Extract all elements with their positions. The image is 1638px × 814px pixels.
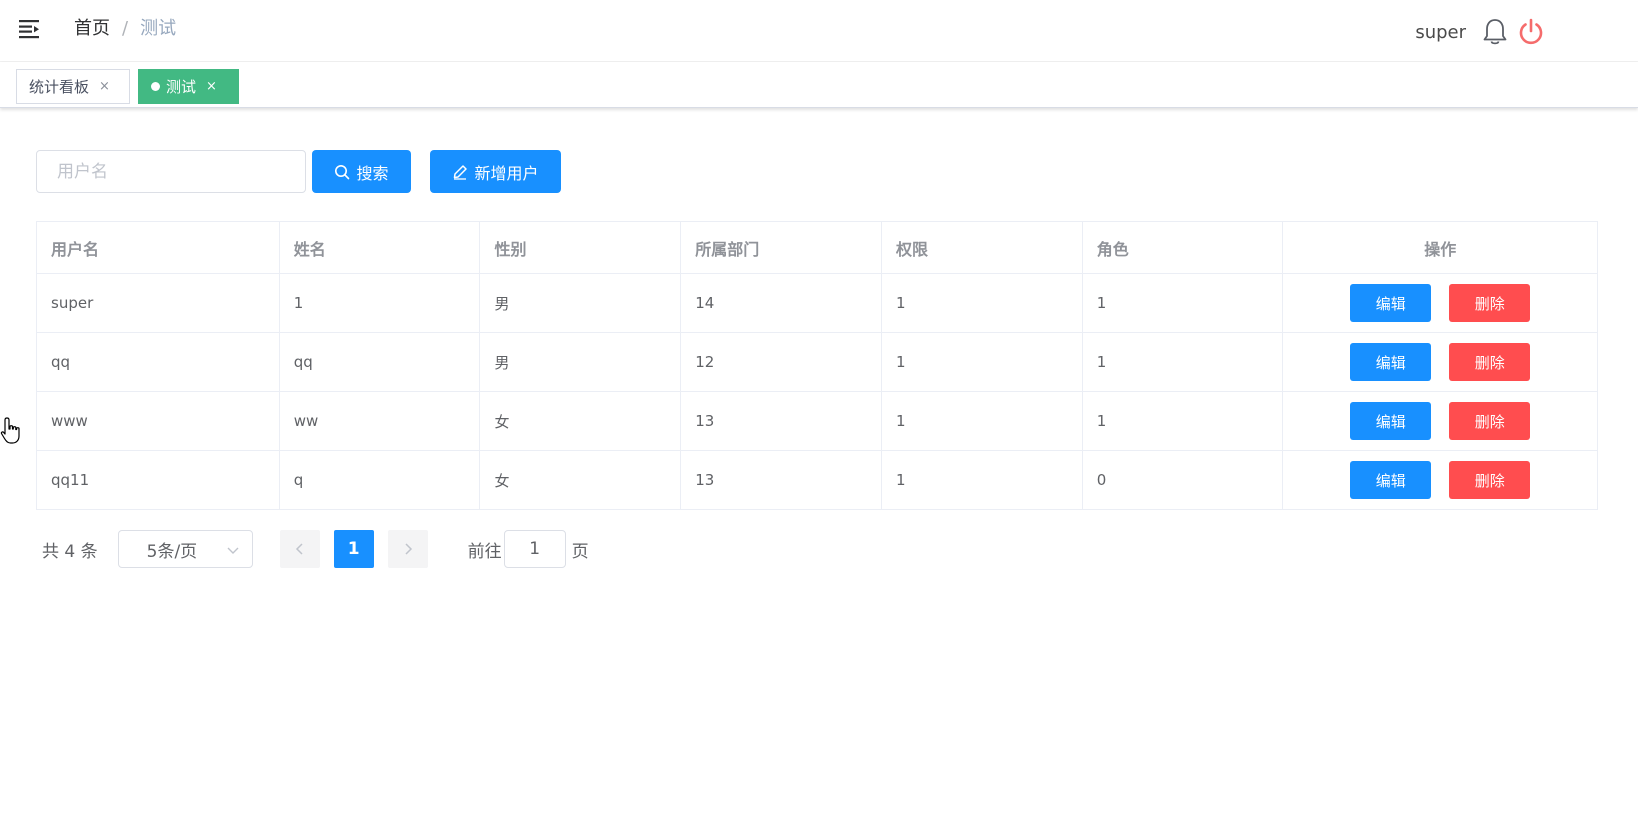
next-page-button[interactable] [387, 530, 428, 568]
prev-page-button[interactable] [279, 530, 320, 568]
users-table: 用户名 姓名 性别 所属部门 权限 角色 操作 super 1 男 14 1 1… [36, 221, 1598, 510]
breadcrumb-home[interactable]: 首页 [74, 18, 110, 39]
cell-username: super [37, 274, 280, 332]
cell-username: qq [37, 333, 280, 391]
tags-view-bar: 统计看板 × 测试 × [0, 62, 1638, 108]
edit-pen-icon [454, 164, 468, 180]
cell-department: 12 [681, 333, 882, 391]
cell-username: www [37, 392, 280, 450]
delete-button[interactable]: 删除 [1449, 284, 1531, 322]
column-header: 性别 [480, 222, 682, 273]
hand-pointer-cursor-icon [0, 417, 20, 444]
cell-permission: 1 [882, 333, 1083, 391]
column-header: 角色 [1083, 222, 1284, 273]
username[interactable]: super [1415, 22, 1466, 43]
bell-icon[interactable] [1480, 17, 1510, 47]
cell-gender: 女 [480, 392, 682, 450]
tag-label: 统计看板 [29, 78, 90, 96]
username-search-input[interactable] [36, 150, 306, 193]
cell-gender: 男 [480, 274, 682, 332]
cell-actions: 编辑 删除 [1283, 451, 1597, 509]
table-row: super 1 男 14 1 1 编辑 删除 [37, 274, 1597, 333]
search-button-label: 搜索 [356, 163, 389, 183]
page-number-active[interactable]: 1 [333, 530, 374, 568]
edit-button[interactable]: 编辑 [1350, 461, 1432, 499]
cell-actions: 编辑 删除 [1283, 392, 1597, 450]
cell-actions: 编辑 删除 [1283, 333, 1597, 391]
cell-role: 0 [1083, 451, 1284, 509]
column-header: 所属部门 [681, 222, 882, 273]
tag-label: 测试 [166, 78, 197, 96]
pagination: 共 4 条 5条/页 1 前往 页 [42, 530, 589, 568]
cell-gender: 女 [480, 451, 682, 509]
breadcrumb-current: 测试 [140, 18, 177, 39]
top-header: 首页 / 测试 super [0, 0, 1638, 62]
table-row: qq qq 男 12 1 1 编辑 删除 [37, 333, 1597, 392]
edit-button[interactable]: 编辑 [1350, 402, 1432, 440]
search-icon [335, 164, 350, 179]
delete-button[interactable]: 删除 [1449, 402, 1531, 440]
goto-label: 前往 [467, 541, 502, 562]
power-icon[interactable] [1516, 17, 1546, 47]
cell-name: 1 [280, 274, 481, 332]
page-suffix-label: 页 [571, 541, 589, 562]
delete-button[interactable]: 删除 [1449, 461, 1531, 499]
tag-test[interactable]: 测试 × [138, 69, 239, 104]
cell-gender: 男 [480, 333, 682, 391]
cell-permission: 1 [882, 392, 1083, 450]
add-user-button[interactable]: 新增用户 [430, 150, 561, 193]
page-size-select[interactable]: 5条/页 [117, 530, 253, 568]
cell-actions: 编辑 删除 [1283, 274, 1597, 332]
page-size-value: 5条/页 [146, 541, 198, 562]
table-row: qq11 q 女 13 1 0 编辑 删除 [37, 451, 1597, 509]
cell-department: 14 [681, 274, 882, 332]
table-body: super 1 男 14 1 1 编辑 删除 qq qq 男 12 1 1 编辑… [37, 274, 1597, 509]
column-header: 操作 [1424, 239, 1457, 259]
cell-name: ww [280, 392, 481, 450]
table-row: www ww 女 13 1 1 编辑 删除 [37, 392, 1597, 451]
menu-toggle-icon[interactable] [18, 17, 42, 41]
tag-dashboard[interactable]: 统计看板 × [16, 69, 130, 104]
chevron-down-icon [227, 547, 239, 554]
cell-name: q [280, 451, 481, 509]
breadcrumb: 首页 / 测试 [74, 16, 176, 42]
cell-permission: 1 [882, 451, 1083, 509]
active-dot-icon [151, 82, 160, 91]
cell-role: 1 [1083, 392, 1284, 450]
edit-button[interactable]: 编辑 [1350, 284, 1432, 322]
chevron-left-icon [295, 543, 303, 555]
cell-role: 1 [1083, 274, 1284, 332]
column-header: 姓名 [280, 222, 481, 273]
chevron-right-icon [405, 543, 412, 555]
tag-close-icon[interactable]: × [99, 79, 110, 94]
search-button[interactable]: 搜索 [312, 150, 411, 193]
column-header: 用户名 [37, 222, 280, 273]
tag-close-icon[interactable]: × [206, 79, 217, 94]
cell-permission: 1 [882, 274, 1083, 332]
breadcrumb-separator: / [122, 18, 129, 39]
column-header: 权限 [882, 222, 1083, 273]
cell-name: qq [280, 333, 481, 391]
edit-button[interactable]: 编辑 [1350, 343, 1432, 381]
add-user-button-label: 新增用户 [474, 163, 539, 183]
cell-role: 1 [1083, 333, 1284, 391]
goto-page-input[interactable] [503, 530, 566, 568]
cell-department: 13 [681, 392, 882, 450]
table-header-row: 用户名 姓名 性别 所属部门 权限 角色 操作 [37, 222, 1597, 274]
pagination-total: 共 4 条 [42, 541, 98, 562]
user-area: super [1415, 18, 1546, 46]
cell-department: 13 [681, 451, 882, 509]
cell-username: qq11 [37, 451, 280, 509]
delete-button[interactable]: 删除 [1449, 343, 1531, 381]
